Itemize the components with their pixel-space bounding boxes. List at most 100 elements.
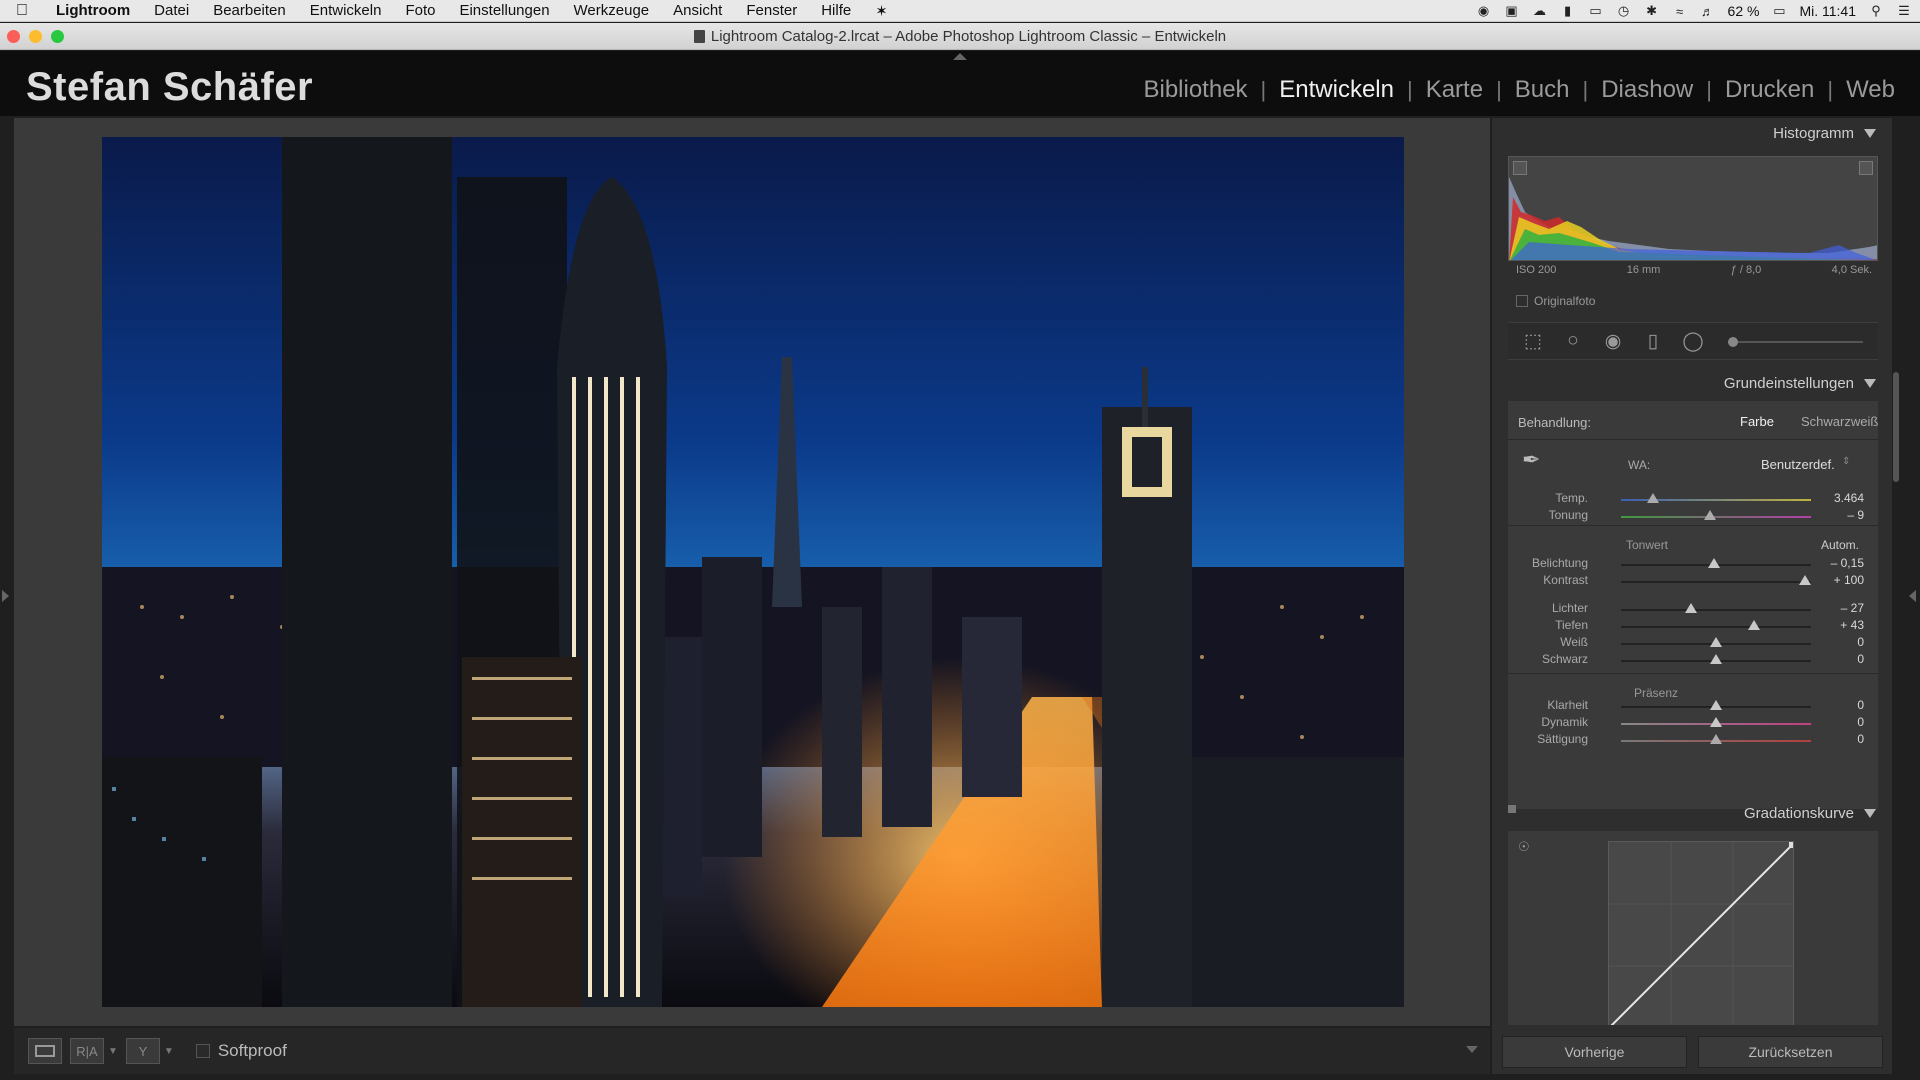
- spot-removal-icon[interactable]: ○: [1560, 330, 1586, 352]
- script-icon[interactable]: ✶: [863, 2, 900, 20]
- module-bibliothek[interactable]: Bibliothek: [1130, 76, 1260, 104]
- slider-track[interactable]: [1621, 620, 1811, 630]
- wifi-icon[interactable]: ≈: [1672, 4, 1688, 19]
- original-photo-checkbox[interactable]: [1516, 295, 1528, 307]
- menu-bearbeiten[interactable]: Bearbeiten: [201, 2, 298, 19]
- zoom-window-button[interactable]: [51, 30, 64, 43]
- slider-track[interactable]: [1621, 510, 1811, 520]
- photo-preview[interactable]: [102, 137, 1404, 1007]
- menu-entwickeln[interactable]: Entwickeln: [298, 2, 394, 19]
- wb-eyedropper-icon[interactable]: ✒: [1522, 447, 1540, 473]
- slider-thumb[interactable]: [1710, 700, 1722, 710]
- module-entwickeln[interactable]: Entwickeln: [1266, 76, 1407, 104]
- slider-thumb[interactable]: [1685, 603, 1698, 613]
- slider-track[interactable]: [1621, 734, 1811, 744]
- app-status-icon[interactable]: ▣: [1504, 3, 1520, 18]
- menu-foto[interactable]: Foto: [393, 2, 447, 19]
- clock[interactable]: Mi. 11:41: [1799, 3, 1856, 19]
- collapse-top-panel-icon[interactable]: [953, 53, 967, 60]
- tone-curve-header[interactable]: Gradationskurve: [1744, 805, 1876, 822]
- basic-panel-header[interactable]: Grundeinstellungen: [1724, 375, 1876, 392]
- left-panel-edge[interactable]: [0, 118, 14, 1026]
- right-panel-edge[interactable]: [1906, 118, 1920, 1026]
- adjustment-brush-slider[interactable]: [1728, 337, 1863, 347]
- record-icon[interactable]: ◉: [1476, 3, 1492, 18]
- expand-left-panel-icon[interactable]: [2, 590, 9, 602]
- apple-menu-icon[interactable]: : [0, 2, 44, 20]
- shadow-clipping-toggle[interactable]: [1513, 161, 1527, 175]
- slider-value[interactable]: – 9: [1847, 508, 1864, 522]
- slider-value[interactable]: 3.464: [1834, 491, 1864, 505]
- reset-button[interactable]: Zurücksetzen: [1698, 1036, 1883, 1068]
- menu-werkzeuge[interactable]: Werkzeuge: [562, 2, 662, 19]
- slider-thumb[interactable]: [1710, 717, 1722, 727]
- menu-ansicht[interactable]: Ansicht: [661, 2, 734, 19]
- module-diashow[interactable]: Diashow: [1588, 76, 1706, 104]
- minimize-window-button[interactable]: [29, 30, 42, 43]
- survey-view-button[interactable]: Y: [125, 1038, 160, 1064]
- expand-right-panel-icon[interactable]: [1909, 590, 1916, 602]
- auto-tone-button[interactable]: Autom.: [1821, 538, 1859, 552]
- slider-thumb[interactable]: [1704, 510, 1717, 520]
- slider-thumb[interactable]: [1799, 575, 1812, 585]
- airplay-icon[interactable]: ▭: [1588, 3, 1604, 18]
- slider-value[interactable]: 0: [1857, 635, 1864, 649]
- menu-einstellungen[interactable]: Einstellungen: [447, 2, 561, 19]
- slider-value[interactable]: 0: [1857, 732, 1864, 746]
- menu-fenster[interactable]: Fenster: [734, 2, 809, 19]
- adjustment-brush-knob[interactable]: [1728, 337, 1738, 347]
- tone-curve-graph[interactable]: [1608, 841, 1794, 1025]
- collapse-tone-curve-icon[interactable]: [1864, 809, 1876, 818]
- menu-app[interactable]: Lightroom: [44, 2, 142, 19]
- slider-value[interactable]: + 100: [1834, 573, 1864, 587]
- slider-track[interactable]: [1621, 558, 1811, 568]
- crop-tool-icon[interactable]: ⬚: [1520, 330, 1546, 352]
- radial-filter-icon[interactable]: ◯: [1680, 330, 1706, 352]
- slider-track[interactable]: [1621, 637, 1811, 647]
- treatment-color-option[interactable]: Farbe: [1740, 414, 1774, 429]
- bluetooth-icon[interactable]: ✱: [1644, 3, 1660, 18]
- previous-settings-button[interactable]: Vorherige: [1502, 1036, 1687, 1068]
- slider-track[interactable]: [1621, 603, 1811, 613]
- slider-track[interactable]: [1621, 717, 1811, 727]
- panel-switch-icon[interactable]: [1508, 805, 1516, 813]
- softproof-toggle[interactable]: Softproof: [195, 1041, 287, 1061]
- slider-track[interactable]: [1621, 654, 1811, 664]
- targeted-adjustment-icon[interactable]: ☉: [1518, 839, 1530, 855]
- slider-thumb[interactable]: [1708, 558, 1721, 568]
- notification-center-icon[interactable]: ☰: [1896, 3, 1912, 18]
- module-karte[interactable]: Karte: [1413, 76, 1496, 104]
- close-window-button[interactable]: [7, 30, 20, 43]
- slider-value[interactable]: – 0,15: [1831, 556, 1864, 570]
- time-machine-icon[interactable]: ◷: [1616, 3, 1632, 18]
- spotlight-search-icon[interactable]: ⚲: [1868, 3, 1884, 18]
- bookmark-icon[interactable]: ▮: [1560, 3, 1576, 18]
- wb-dropdown-icon[interactable]: ⇕: [1842, 456, 1850, 467]
- collapse-histogram-icon[interactable]: [1864, 129, 1876, 138]
- softproof-checkbox[interactable]: [195, 1044, 210, 1058]
- volume-icon[interactable]: ♬: [1700, 4, 1716, 19]
- battery-icon[interactable]: ▭: [1771, 3, 1787, 18]
- slider-value[interactable]: 0: [1857, 652, 1864, 666]
- histogram-header[interactable]: Histogramm: [1773, 125, 1876, 142]
- slider-thumb[interactable]: [1710, 654, 1722, 664]
- loupe-view-button[interactable]: [28, 1038, 62, 1064]
- module-drucken[interactable]: Drucken: [1712, 76, 1827, 104]
- menu-hilfe[interactable]: Hilfe: [809, 2, 863, 19]
- graduated-filter-icon[interactable]: ▯: [1640, 330, 1666, 352]
- image-view[interactable]: [14, 118, 1490, 1026]
- cloud-icon[interactable]: ☁: [1532, 3, 1548, 18]
- before-after-button[interactable]: R|A: [70, 1038, 104, 1064]
- slider-thumb[interactable]: [1710, 637, 1722, 647]
- collapse-basic-icon[interactable]: [1864, 379, 1876, 388]
- module-web[interactable]: Web: [1833, 76, 1908, 104]
- slider-track[interactable]: [1621, 493, 1811, 503]
- before-after-dropdown-icon[interactable]: ▼: [108, 1046, 118, 1057]
- red-eye-icon[interactable]: ◉: [1600, 330, 1626, 352]
- module-buch[interactable]: Buch: [1502, 76, 1583, 104]
- slider-track[interactable]: [1621, 700, 1811, 710]
- wb-preset-select[interactable]: Benutzerdef.: [1761, 457, 1835, 472]
- right-panel-scrollbar[interactable]: [1893, 372, 1899, 482]
- slider-track[interactable]: [1621, 575, 1812, 585]
- survey-dropdown-icon[interactable]: ▼: [164, 1046, 174, 1057]
